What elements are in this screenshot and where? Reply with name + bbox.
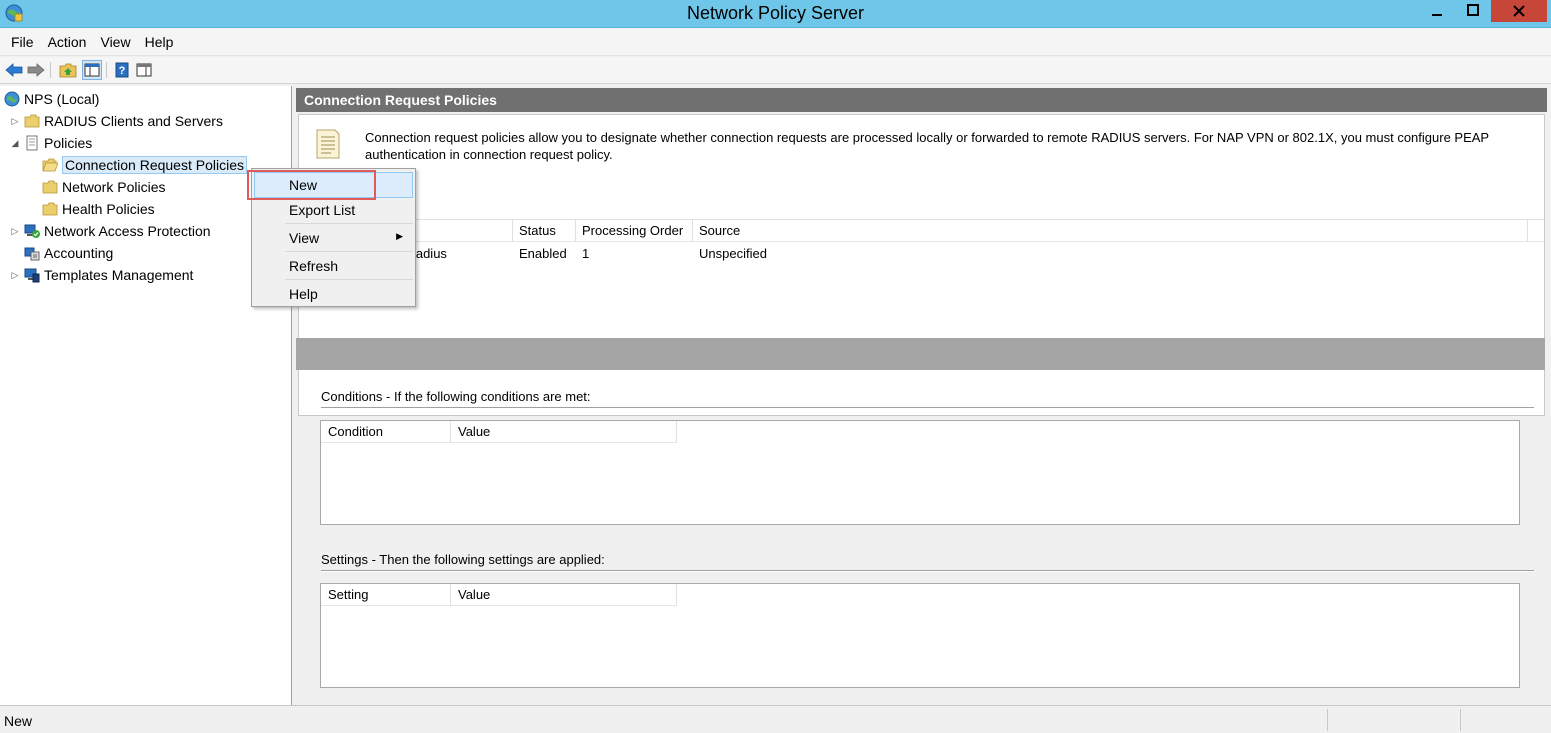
forward-arrow-icon [27,63,45,77]
expand-arrow-icon[interactable]: ▷ [10,270,20,281]
menu-item-export-list[interactable]: Export List [254,197,413,223]
back-arrow-icon [5,63,23,77]
column-header-processing-order[interactable]: Processing Order [576,220,693,242]
back-button[interactable] [4,60,24,80]
tree-label: Accounting [44,245,114,261]
forward-button[interactable] [26,60,46,80]
toolbar-separator [50,62,51,78]
content-pane: Connection Request Policies Connection r… [296,86,1547,705]
tree-label: Templates Management [44,267,194,283]
show-hide-console-tree-button[interactable] [82,60,102,80]
column-header-source[interactable]: Source [693,220,1528,242]
open-folder-icon [42,158,58,172]
cell-processing-order: 1 [582,246,590,261]
folder-icon [42,202,58,216]
up-level-button[interactable] [58,60,78,80]
menu-view[interactable]: View [93,34,137,50]
status-separator [1460,709,1461,731]
policies-description: Connection request policies allow you to… [365,130,1489,162]
console-tree-icon [84,63,100,77]
cell-source: Unspecified [699,246,767,261]
policies-panel: Connection request policies allow you to… [298,114,1545,416]
svg-text:?: ? [119,65,126,77]
column-header-condition[interactable]: Condition [321,421,451,443]
nps-globe-icon [4,91,20,107]
menu-item-refresh[interactable]: Refresh [254,253,413,279]
column-header-value[interactable]: Value [451,421,677,443]
conditions-label: Conditions - If the following conditions… [321,389,591,404]
menu-bar: File Action View Help [0,29,1551,56]
annotation-highlight [247,170,376,200]
menu-help[interactable]: Help [138,34,181,50]
toolbar: ? [0,57,1551,84]
tree-label: Connection Request Policies [62,156,247,174]
menu-action[interactable]: Action [41,34,94,50]
settings-list: Setting Value [320,583,1520,688]
tree-node-network-policies[interactable]: Network Policies [42,177,165,197]
status-bar: New [0,705,1551,733]
tree-label: Health Policies [62,201,155,217]
menu-item-label: View [289,230,320,246]
tree-node-accounting[interactable]: Accounting [24,243,113,263]
close-button[interactable] [1491,0,1547,22]
folder-up-icon [59,63,77,78]
close-icon [1513,5,1525,17]
collapse-arrow-icon[interactable]: ◢ [10,138,20,149]
expand-arrow-icon[interactable]: ▷ [10,116,20,127]
menu-separator [285,251,413,252]
tree-label: Network Access Protection [44,223,211,239]
settings-label: Settings - Then the following settings a… [321,552,605,567]
minimize-icon [1432,14,1442,16]
menu-separator [285,279,413,280]
submenu-arrow-icon: ▶ [396,231,403,241]
network-access-protection-icon [24,224,40,238]
action-pane-icon [136,63,152,77]
cell-status: Enabled [519,246,567,261]
content-header: Connection Request Policies [296,88,1547,112]
title-bar: Network Policy Server [0,0,1551,28]
tree-node-network-access-protection[interactable]: ▷ Network Access Protection [10,221,211,241]
maximize-button[interactable] [1456,0,1490,22]
policy-scroll-icon [316,129,340,159]
tree-label: NPS (Local) [24,91,100,107]
menu-separator [285,223,413,224]
accounting-icon [24,247,40,261]
menu-file[interactable]: File [4,34,41,50]
column-header-status[interactable]: Status [513,220,576,242]
tree-label: RADIUS Clients and Servers [44,113,223,129]
toolbar-separator [106,62,107,78]
tree-node-nps-local[interactable]: NPS (Local) [4,89,99,109]
minimize-button[interactable] [1420,0,1454,22]
status-text: New [4,713,33,729]
details-band [296,338,1545,370]
folder-icon [24,114,40,128]
restore-icon [1467,4,1479,16]
show-hide-action-pane-button[interactable] [134,60,154,80]
help-button[interactable]: ? [112,60,132,80]
tree-label: Network Policies [62,179,166,195]
settings-divider [321,570,1534,572]
menu-item-help[interactable]: Help [254,281,413,307]
conditions-header: Condition Value [321,421,677,443]
settings-header: Setting Value [321,584,677,606]
policy-document-icon [26,135,38,151]
tree-node-radius-clients[interactable]: ▷ RADIUS Clients and Servers [10,111,223,131]
tree-node-health-policies[interactable]: Health Policies [42,199,155,219]
help-book-icon: ? [115,62,129,78]
tree-node-policies[interactable]: ◢ Policies [10,133,93,153]
tree-label: Policies [44,135,93,151]
templates-management-icon [24,268,40,283]
list-header: Status Processing Order Source [300,220,1544,242]
status-separator [1327,709,1328,731]
column-header-value[interactable]: Value [451,584,677,606]
expand-arrow-icon[interactable]: ▷ [10,226,20,237]
window-title: Network Policy Server [686,3,865,23]
tree-node-templates-management[interactable]: ▷ Templates Management [10,265,194,285]
column-header-setting[interactable]: Setting [321,584,451,606]
folder-icon [42,180,58,194]
tree-node-connection-request-policies[interactable]: Connection Request Policies [42,155,247,175]
conditions-divider [321,407,1534,409]
conditions-list: Condition Value [320,420,1520,525]
menu-item-view[interactable]: View ▶ [254,225,413,251]
